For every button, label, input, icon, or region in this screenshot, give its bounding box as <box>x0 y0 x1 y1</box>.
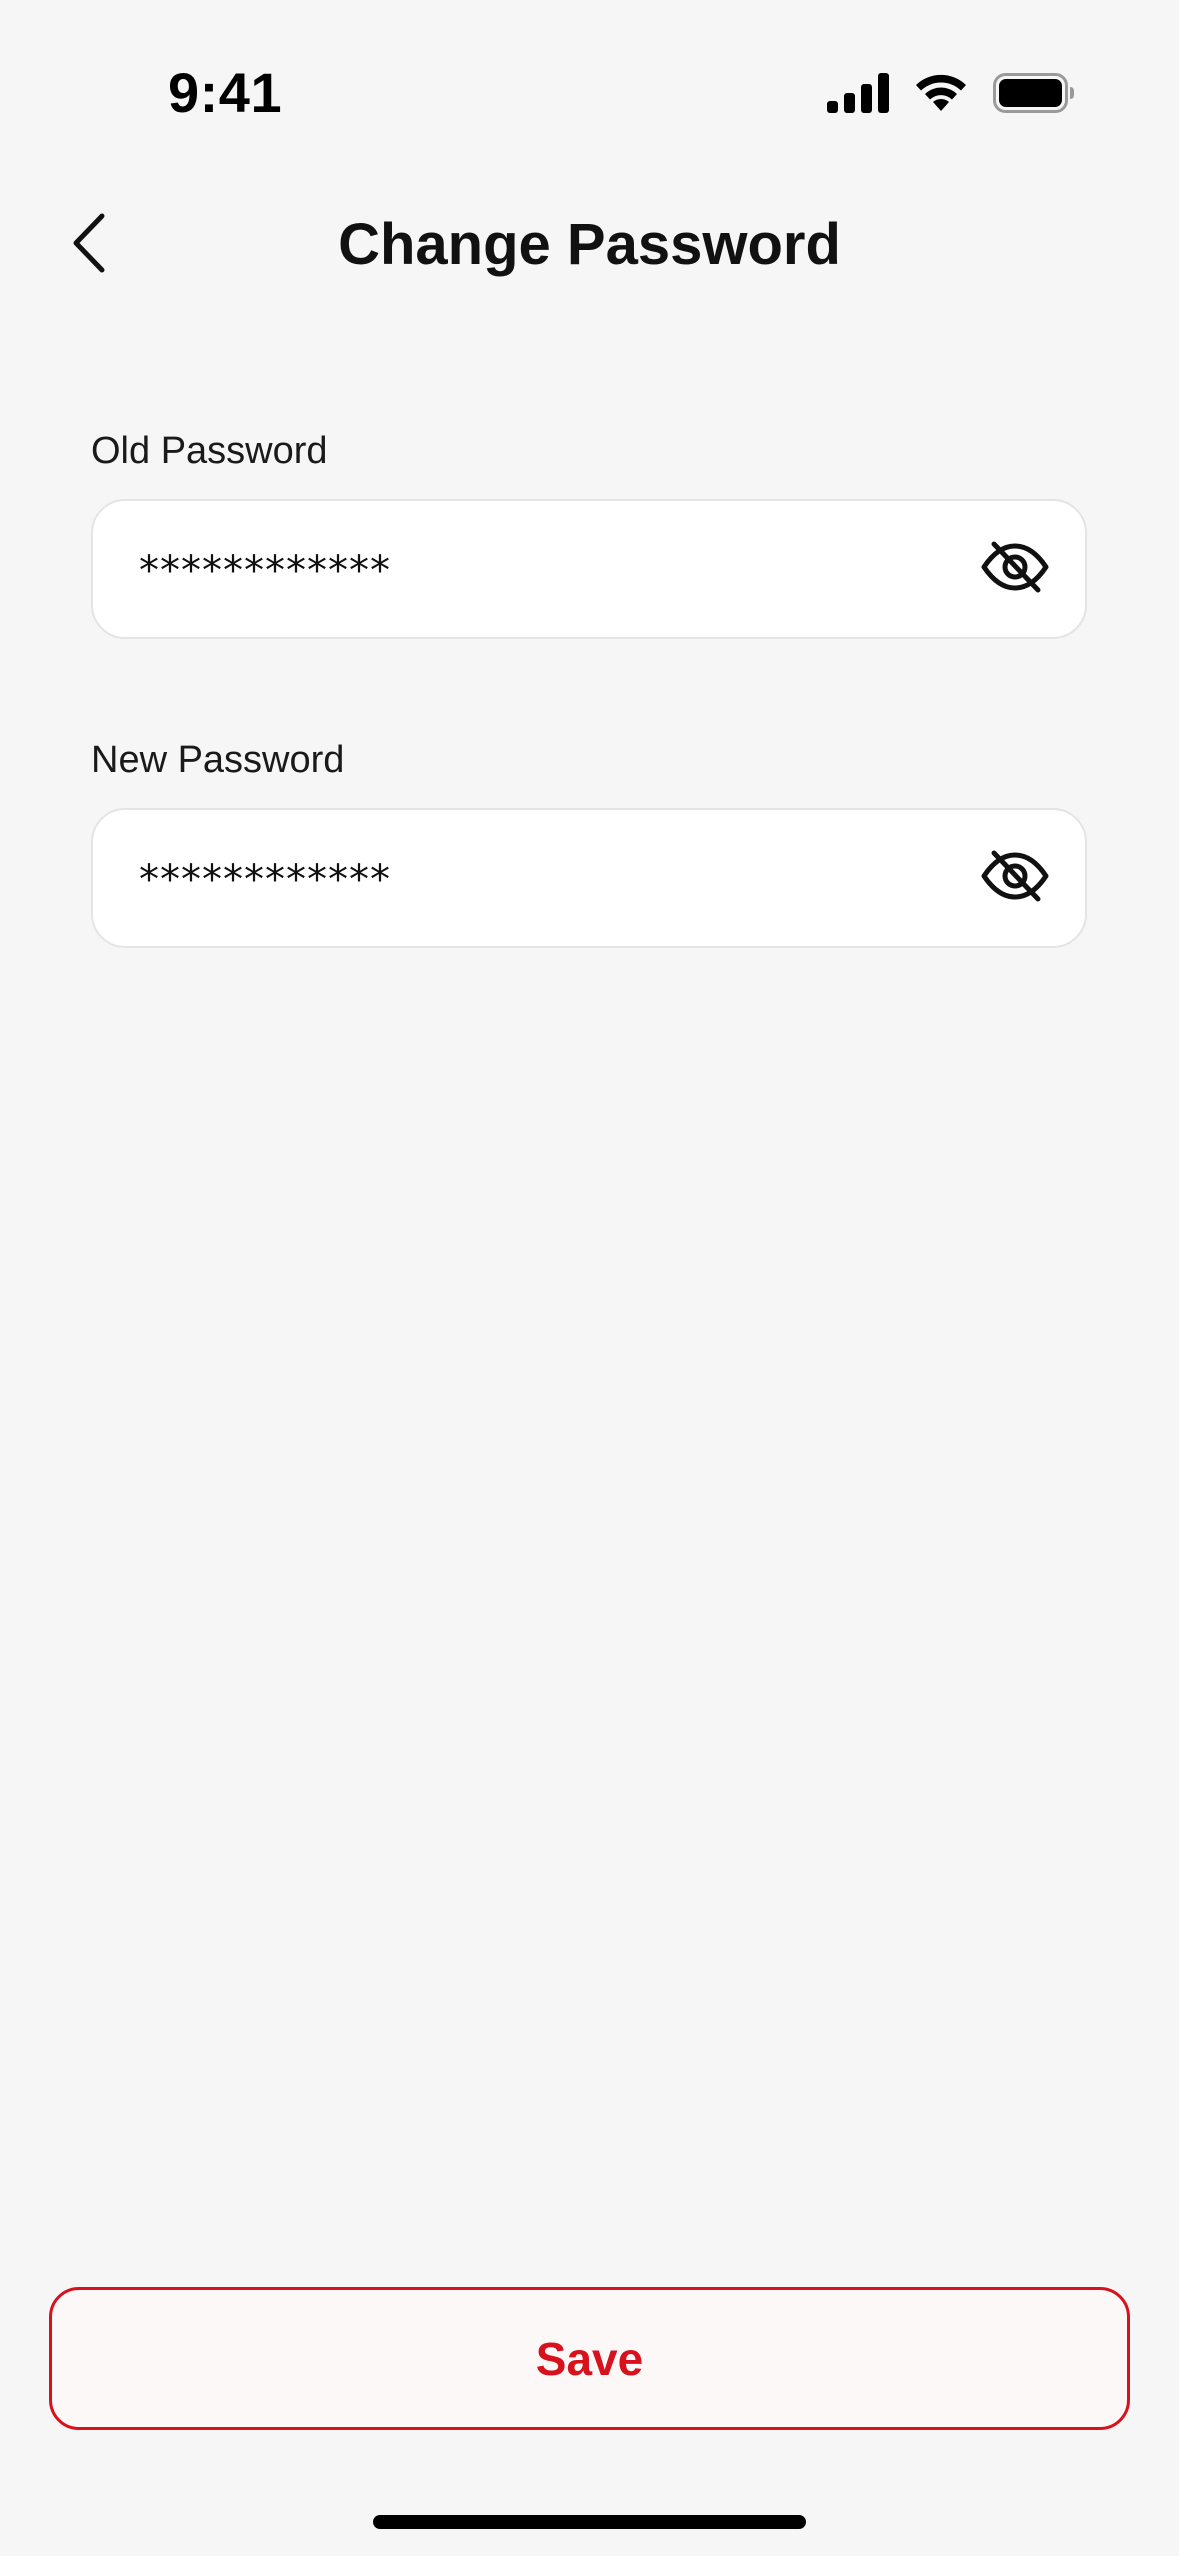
cellular-signal-icon <box>827 73 889 113</box>
old-password-value[interactable]: ************ <box>139 547 391 595</box>
battery-icon <box>993 73 1075 113</box>
old-password-field[interactable]: ************ <box>91 499 1087 639</box>
home-indicator[interactable] <box>373 2515 806 2529</box>
new-password-value[interactable]: ************ <box>139 856 391 904</box>
eye-slash-icon <box>980 849 1050 908</box>
status-icons <box>827 73 1075 113</box>
save-button[interactable]: Save <box>49 2287 1130 2430</box>
new-password-visibility-toggle[interactable] <box>979 848 1051 908</box>
old-password-label: Old Password <box>91 430 328 472</box>
status-time: 9:41 <box>168 61 283 124</box>
nav-header: Change Password <box>0 190 1179 300</box>
old-password-visibility-toggle[interactable] <box>979 539 1051 599</box>
page-title: Change Password <box>338 212 841 277</box>
new-password-field[interactable]: ************ <box>91 808 1087 948</box>
new-password-label: New Password <box>91 739 345 781</box>
eye-slash-icon <box>980 540 1050 599</box>
wifi-icon <box>913 73 969 113</box>
change-password-screen: 9:41 Change Password Old Password ******… <box>0 0 1179 2556</box>
status-bar: 9:41 <box>0 0 1179 190</box>
